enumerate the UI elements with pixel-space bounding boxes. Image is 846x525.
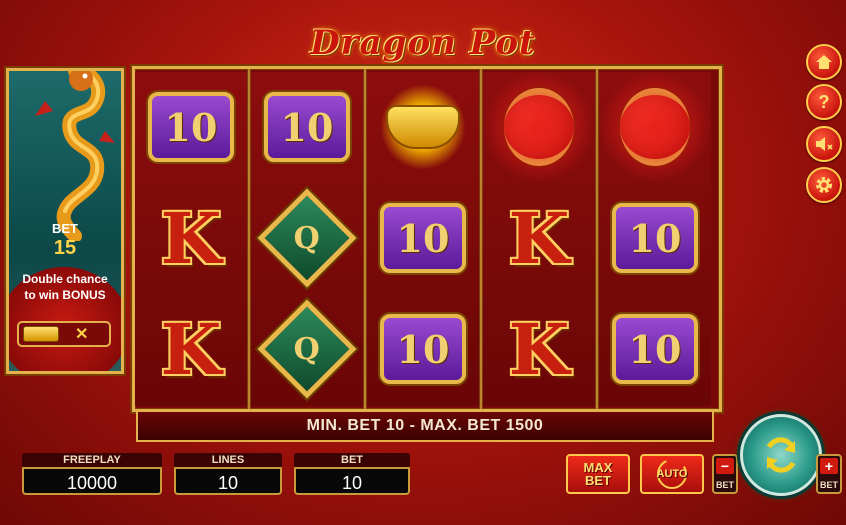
reel-2: 10 Q Q xyxy=(251,72,363,406)
sound-button[interactable] xyxy=(806,126,842,162)
promo-text-line2: to win BONUS xyxy=(24,288,106,302)
bet-increase-label: BET xyxy=(820,480,838,490)
toggle-knob xyxy=(23,326,59,342)
reel-4: KK xyxy=(481,72,597,406)
bet-range-bar: MIN. BET 10 - MAX. BET 1500 xyxy=(136,410,714,442)
reel-1: 10 K K xyxy=(135,72,247,406)
freeplay-value: 10000 xyxy=(22,467,162,495)
symbol-queen: Q xyxy=(257,188,357,288)
home-icon xyxy=(816,55,832,69)
lines-panel: LINES 10 xyxy=(174,453,282,495)
double-chance-panel: BET 15 Double chance to win BONUS ✕ xyxy=(6,68,124,374)
bet-value: 10 xyxy=(294,467,410,495)
game-title-logo: Dragon Pot xyxy=(310,23,536,63)
symbol-ten: 10 xyxy=(607,190,703,286)
help-button[interactable]: ? xyxy=(806,84,842,120)
bet-decrease-label: BET xyxy=(716,480,734,490)
gear-icon xyxy=(816,177,832,193)
promo-bet-label: BET xyxy=(52,221,78,236)
symbol-ten: 10 xyxy=(375,301,471,397)
max-bet-label-2: BET xyxy=(584,473,611,488)
settings-button[interactable] xyxy=(806,167,842,203)
minus-icon: − xyxy=(716,458,734,474)
symbol-king: K xyxy=(160,196,222,280)
double-chance-toggle[interactable]: ✕ xyxy=(17,321,111,347)
spin-arrows-icon xyxy=(766,437,796,473)
lines-value: 10 xyxy=(174,467,282,495)
symbol-red-lantern xyxy=(481,72,597,182)
plus-icon: + xyxy=(820,458,838,474)
max-bet-button[interactable]: MAX BET xyxy=(566,454,630,494)
auto-button[interactable]: AUTO xyxy=(640,454,704,494)
reel-separator xyxy=(247,69,251,409)
symbol-ten: 10 xyxy=(143,79,239,175)
symbol-ten: 10 xyxy=(375,190,471,286)
sound-off-icon xyxy=(816,137,833,151)
symbol-ten: 10 xyxy=(259,79,355,175)
spin-button[interactable] xyxy=(740,414,822,496)
dragon-illustration xyxy=(35,71,115,241)
bet-label: BET xyxy=(294,453,410,467)
reel-separator xyxy=(479,69,483,409)
symbol-ten: 10 xyxy=(607,301,703,397)
bet-panel: BET 10 xyxy=(294,453,410,495)
reels-frame: 10 K K 10 Q Q 10 10 K K 10 10 xyxy=(132,66,722,412)
home-button[interactable] xyxy=(806,44,842,80)
symbol-king: K xyxy=(508,307,570,391)
reel-separator xyxy=(595,69,599,409)
lines-label: LINES xyxy=(174,453,282,467)
symbol-queen: Q xyxy=(257,299,357,399)
reel-5: 10 10 xyxy=(597,72,713,406)
close-icon: ✕ xyxy=(75,326,89,343)
promo-text-line1: Double chance xyxy=(22,272,108,286)
bet-increase-button[interactable]: + BET xyxy=(816,454,842,494)
freeplay-panel: FREEPLAY 10000 xyxy=(22,453,162,495)
reel-separator xyxy=(363,69,367,409)
symbol-gold-ingot xyxy=(375,79,471,175)
symbol-king: K xyxy=(508,196,570,280)
promo-bet-value: 15 xyxy=(53,237,77,259)
promo-text: Double chance to win BONUS xyxy=(9,271,121,303)
symbol-king: K xyxy=(160,307,222,391)
symbol-red-lantern xyxy=(597,72,713,182)
help-icon: ? xyxy=(818,91,830,112)
reel-3: 10 10 xyxy=(367,72,479,406)
bet-decrease-button[interactable]: − BET xyxy=(712,454,738,494)
auto-label: AUTO xyxy=(656,467,688,480)
freeplay-label: FREEPLAY xyxy=(22,453,162,467)
